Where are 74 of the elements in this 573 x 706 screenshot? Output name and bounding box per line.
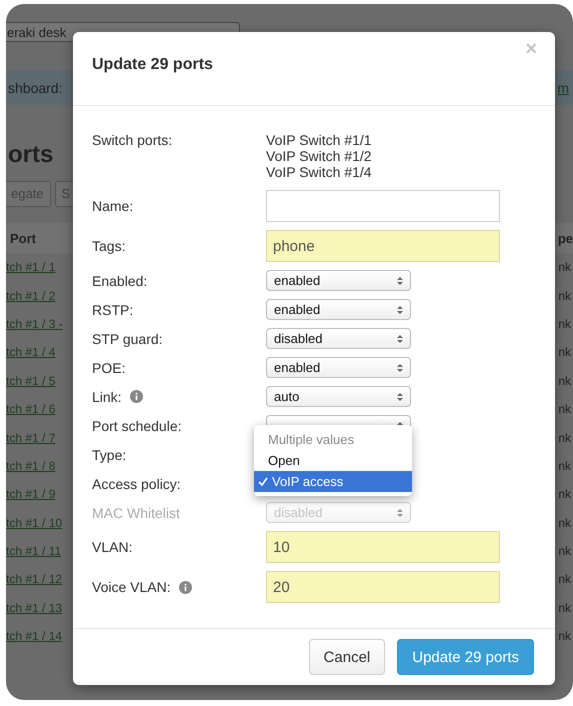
table-cell-text: nk: [558, 487, 572, 502]
field-label: Tags:: [92, 238, 126, 254]
port-link[interactable]: tch #1 / 2: [6, 288, 56, 303]
dialog-title: Update 29 ports: [92, 56, 213, 75]
field-label: Name:: [92, 198, 134, 214]
stepper-arrows-icon: [397, 276, 403, 286]
menu-option[interactable]: Open: [254, 450, 412, 471]
table-cell-text: nk: [558, 600, 572, 615]
field-label: Voice VLAN:: [92, 579, 171, 595]
table-cell-text: nk: [558, 345, 572, 360]
column-header: Port: [10, 230, 36, 246]
port-link[interactable]: tch #1 / 7: [6, 430, 56, 445]
field-label: RSTP:: [92, 302, 134, 318]
table-cell-text: nk: [558, 402, 572, 416]
field-label: Access policy:: [92, 476, 181, 492]
port-link[interactable]: tch #1 / 4: [6, 345, 56, 360]
stepper-arrows-icon: [397, 334, 403, 344]
dropdown-select[interactable]: enabled: [266, 299, 411, 320]
table-cell-text: nk: [558, 516, 572, 530]
dropdown-select[interactable]: enabled: [266, 270, 411, 291]
field-label: STP guard:: [92, 330, 163, 346]
text-field[interactable]: phone: [266, 230, 500, 262]
field-label: VLAN:: [92, 539, 132, 555]
close-button[interactable]: ×: [525, 38, 537, 61]
field-label: Enabled:: [92, 272, 148, 288]
dashboard-link[interactable]: m: [557, 80, 569, 96]
port-link[interactable]: tch #1 / 12: [6, 572, 62, 586]
table-cell-text: nk: [558, 629, 572, 644]
page-heading: orts: [8, 141, 54, 169]
port-link[interactable]: tch #1 / 1: [6, 260, 56, 274]
field-label: Port schedule:: [92, 418, 182, 434]
cancel-button[interactable]: Cancel: [308, 639, 386, 675]
info-icon[interactable]: [178, 580, 192, 594]
field-label: Link:: [92, 388, 122, 404]
stepper-arrows-icon: [397, 362, 403, 372]
column-header: pe: [558, 230, 573, 246]
text-field[interactable]: 20: [266, 571, 500, 603]
table-cell-text: nk: [558, 572, 572, 586]
port-link[interactable]: tch #1 / 8: [6, 458, 56, 473]
table-cell-text: nk: [558, 430, 572, 445]
dashboard-label: shboard:: [8, 80, 62, 96]
table-cell-text: nk: [558, 374, 572, 388]
table-cell-text: nk: [558, 458, 572, 473]
info-icon[interactable]: [130, 390, 143, 403]
port-link[interactable]: tch #1 / 10: [6, 516, 62, 530]
port-link[interactable]: tch #1 / 11: [6, 544, 62, 558]
switch-port-name: VoIP Switch #1/4: [266, 164, 373, 180]
stepper-arrows-icon: [397, 508, 403, 518]
field-label: Switch ports:: [92, 132, 172, 148]
port-link[interactable]: tch #1 / 13: [6, 600, 62, 615]
dropdown-select[interactable]: disabled: [266, 328, 411, 349]
table-cell-text: nk: [558, 316, 572, 331]
port-link[interactable]: tch #1 / 14: [6, 629, 62, 644]
dropdown-select[interactable]: auto: [266, 386, 411, 407]
field-label: Type:: [92, 446, 126, 462]
table-cell-text: nk: [558, 544, 572, 558]
switch-port-name: VoIP Switch #1/1: [266, 132, 373, 148]
port-link[interactable]: tch #1 / 6: [6, 402, 56, 416]
check-icon: [258, 476, 268, 486]
field-label: POE:: [92, 360, 126, 376]
text-field[interactable]: [266, 190, 500, 222]
port-link[interactable]: tch #1 / 9: [6, 487, 56, 502]
stepper-arrows-icon: [397, 304, 403, 314]
dropdown-select[interactable]: enabled: [266, 357, 411, 378]
switch-port-name: VoIP Switch #1/2: [266, 148, 373, 164]
table-cell-text: nk: [558, 288, 572, 303]
field-label: MAC Whitelist: [92, 504, 180, 520]
stepper-arrows-icon: [397, 392, 403, 402]
table-cell-text: nk: [558, 260, 572, 274]
text-field[interactable]: 10: [266, 531, 500, 563]
update-button[interactable]: Update 29 ports: [397, 639, 534, 675]
port-link[interactable]: tch #1 / 3 -: [6, 316, 63, 331]
menu-option[interactable]: VoIP access: [254, 471, 412, 492]
port-link[interactable]: tch #1 / 5: [6, 374, 56, 388]
